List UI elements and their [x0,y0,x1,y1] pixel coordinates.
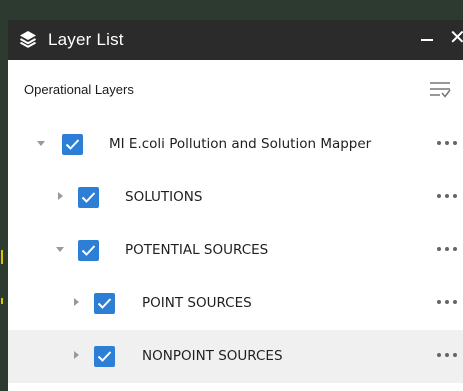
layer-name: NONPOINT SOURCES [142,348,283,364]
layer-checkbox[interactable] [94,293,115,314]
layer-row-point-sources[interactable]: POINT SOURCES [8,277,463,330]
layers-icon [20,31,36,48]
layer-name: MI E.coli Pollution and Solution Mapper [109,136,372,152]
panel-title: Layer List [48,30,124,49]
map-feature-line [1,250,3,264]
close-button[interactable]: ✕ [449,25,463,50]
expand-arrow-icon[interactable] [55,191,65,201]
check-icon [97,351,112,362]
layer-row-mi-ecoli-mapper[interactable]: MI E.coli Pollution and Solution Mapper [8,118,463,171]
layer-checkbox[interactable] [94,346,115,367]
more-options-icon[interactable] [435,295,459,309]
layer-checkbox[interactable] [78,240,99,261]
layer-row-nonpoint-sources[interactable]: NONPOINT SOURCES [8,330,463,383]
more-options-icon[interactable] [435,348,459,362]
layer-row-potential-sources[interactable]: POTENTIAL SOURCES [8,224,463,277]
layer-checkbox[interactable] [78,187,99,208]
check-icon [97,298,112,309]
more-options-icon[interactable] [435,189,459,203]
map-feature-line [1,298,3,304]
panel-header: Layer List ✕ [8,20,463,60]
layer-name: POTENTIAL SOURCES [125,242,269,258]
check-icon [81,192,96,203]
layer-row-solutions[interactable]: SOLUTIONS [8,171,463,224]
more-options-icon[interactable] [435,242,459,256]
layer-list-panel: Layer List ✕ Operational Layers MI E.col… [8,20,463,391]
layer-checkbox[interactable] [62,134,83,155]
operational-layers-label: Operational Layers [24,82,134,97]
check-icon [81,245,96,256]
layer-name: POINT SOURCES [142,295,252,311]
check-icon [65,139,80,150]
filter-icon[interactable] [429,81,451,99]
collapse-arrow-icon[interactable] [55,244,65,254]
collapse-arrow-icon[interactable] [36,138,46,148]
more-options-icon[interactable] [435,136,459,150]
expand-arrow-icon[interactable] [71,350,81,360]
layer-name: SOLUTIONS [125,189,203,205]
operational-layers-header: Operational Layers [8,60,463,118]
minimize-button[interactable] [420,29,434,49]
expand-arrow-icon[interactable] [71,297,81,307]
